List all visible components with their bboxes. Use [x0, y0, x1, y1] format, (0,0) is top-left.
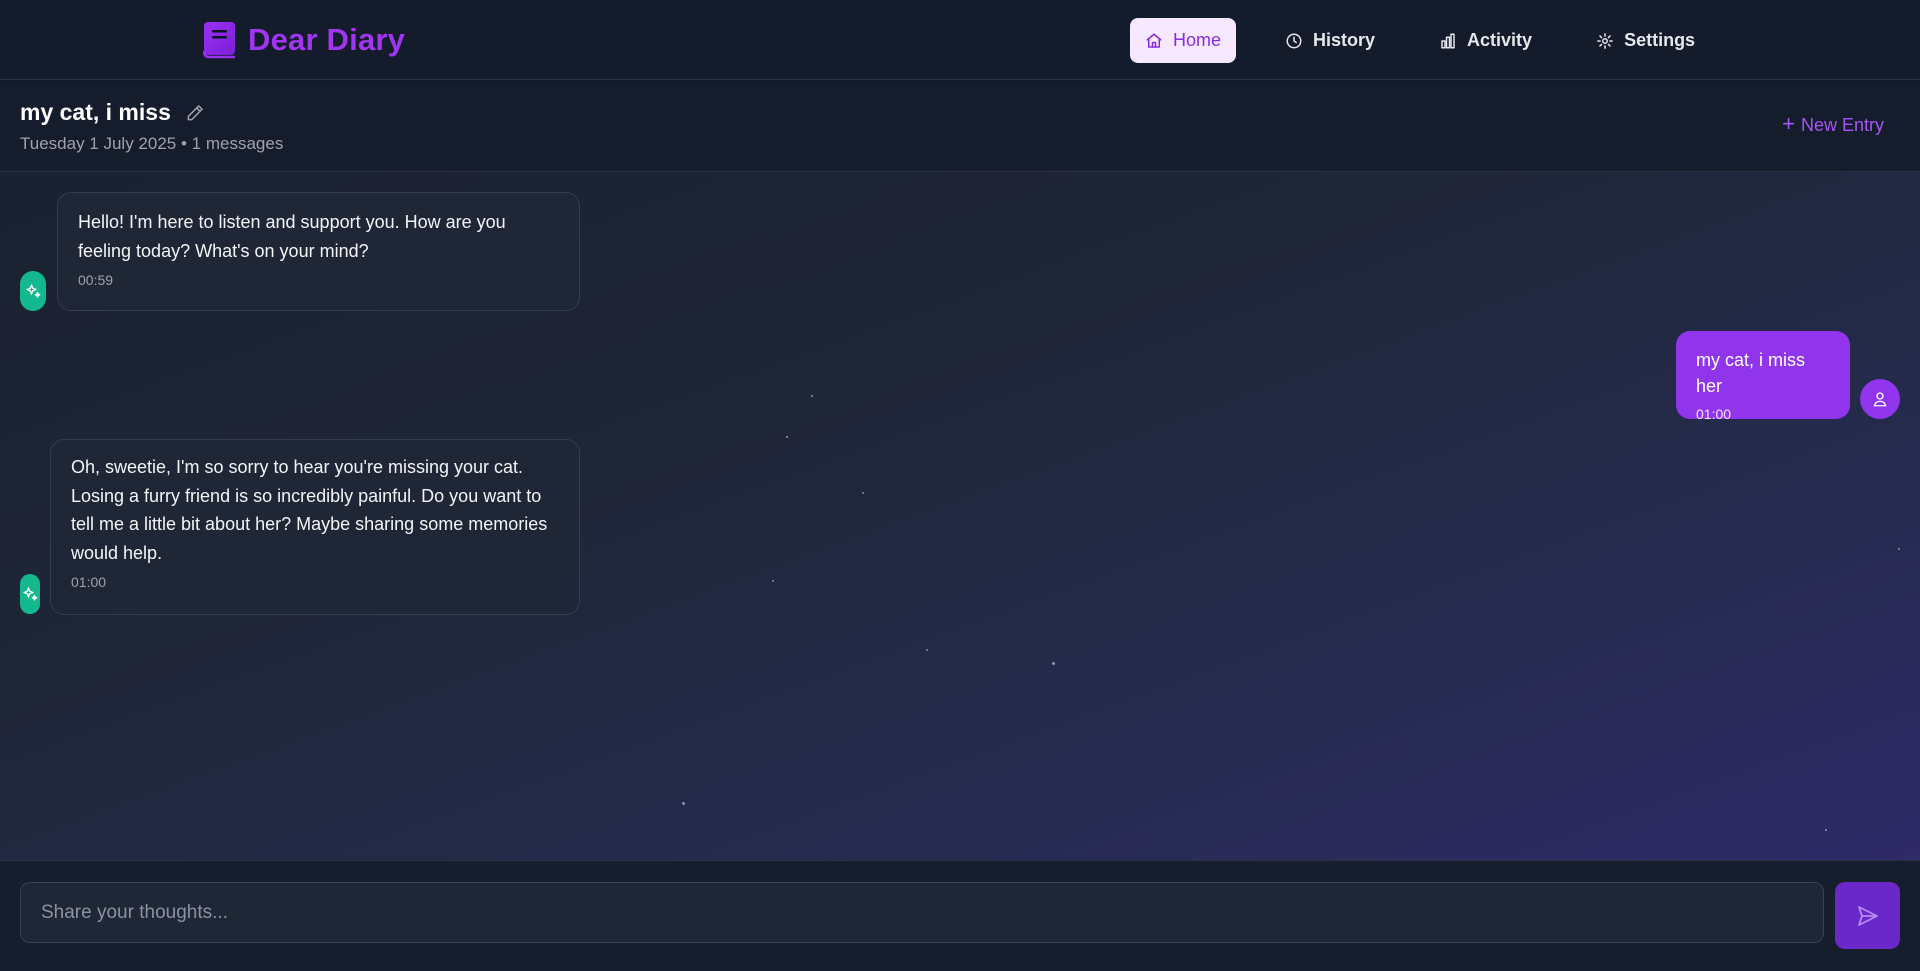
send-icon — [1857, 905, 1878, 926]
message-text: Oh, sweetie, I'm so sorry to hear you're… — [71, 457, 548, 563]
assistant-message: Oh, sweetie, I'm so sorry to hear you're… — [50, 439, 580, 615]
composer — [0, 860, 1920, 971]
nav-history[interactable]: History — [1270, 18, 1390, 63]
nav-settings-label: Settings — [1624, 30, 1696, 50]
book-icon — [203, 22, 235, 59]
message-input[interactable] — [20, 882, 1824, 943]
star — [772, 580, 774, 582]
gear-icon — [1597, 32, 1613, 49]
star — [811, 395, 813, 397]
new-entry-button[interactable]: + New Entry — [1782, 110, 1884, 136]
assistant-avatar — [20, 574, 40, 614]
brand[interactable]: Dear Diary — [203, 20, 405, 60]
top-navigation: Dear Diary Home History Activity Setting… — [0, 0, 1920, 80]
main-nav: Home History Activity Settings — [1130, 18, 1710, 63]
message-text: Hello! I'm here to listen and support yo… — [78, 212, 506, 261]
plus-icon: + — [1782, 110, 1795, 136]
meta-separator: • — [176, 134, 192, 153]
message-text: my cat, i miss her — [1696, 350, 1806, 396]
sparkles-icon — [23, 587, 38, 601]
entry-title-row: my cat, i miss — [20, 99, 205, 126]
nav-activity[interactable]: Activity — [1424, 18, 1547, 63]
message-time: 00:59 — [78, 272, 114, 288]
user-icon — [1873, 392, 1887, 407]
sparkles-icon — [26, 284, 41, 298]
nav-home-label: Home — [1173, 30, 1222, 50]
star — [862, 492, 864, 494]
assistant-avatar — [20, 271, 46, 311]
assistant-message: Hello! I'm here to listen and support yo… — [57, 192, 580, 311]
nav-activity-label: Activity — [1467, 30, 1533, 50]
user-avatar — [1860, 379, 1900, 419]
new-entry-label: New Entry — [1800, 115, 1884, 135]
star — [1825, 829, 1827, 831]
app-name: Dear Diary — [248, 22, 406, 57]
nav-home[interactable]: Home — [1130, 18, 1237, 63]
chat-area[interactable]: Hello! I'm here to listen and support yo… — [0, 172, 1920, 860]
entry-header: my cat, i miss Tuesday 1 July 2025 • 1 m… — [0, 81, 1920, 172]
nav-settings[interactable]: Settings — [1581, 18, 1710, 63]
message-time: 01:00 — [1696, 406, 1732, 422]
star — [1052, 662, 1055, 665]
nav-history-label: History — [1313, 30, 1376, 50]
pencil-icon[interactable] — [185, 103, 205, 123]
clock-icon — [1286, 33, 1302, 48]
user-message: my cat, i miss her 01:00 — [1676, 331, 1850, 422]
star — [682, 802, 685, 805]
send-button[interactable] — [1835, 882, 1900, 949]
star — [786, 436, 788, 438]
star — [926, 649, 928, 651]
entry-meta: Tuesday 1 July 2025 • 1 messages — [20, 134, 283, 154]
star — [1898, 548, 1900, 550]
entry-date: Tuesday 1 July 2025 — [20, 134, 177, 153]
home-icon — [1146, 33, 1162, 48]
bar-chart-icon — [1441, 33, 1455, 48]
entry-title: my cat, i miss — [20, 99, 171, 125]
message-count: 1 messages — [191, 134, 284, 153]
message-time: 01:00 — [71, 574, 107, 590]
